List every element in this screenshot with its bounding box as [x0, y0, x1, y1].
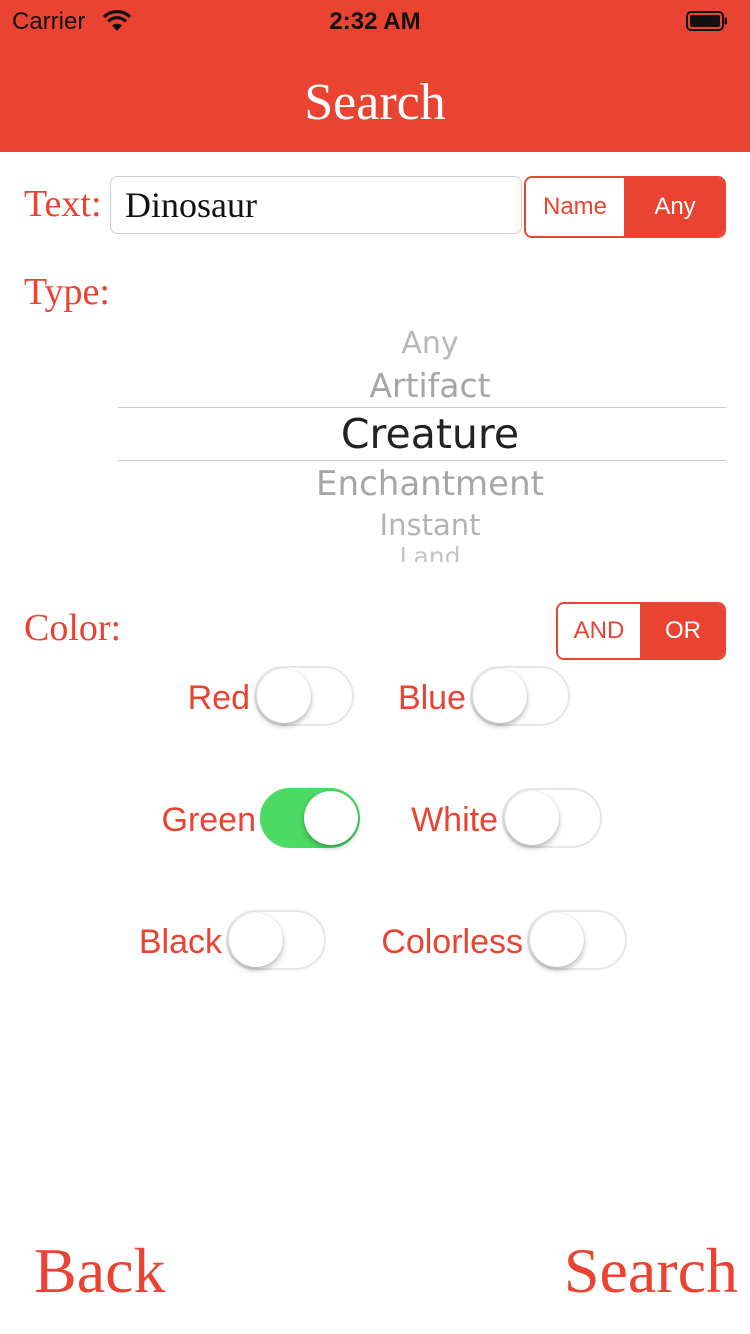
picker-option-enchantment[interactable]: Enchantment	[118, 464, 742, 504]
status-bar: Carrier 2:32 AM	[0, 0, 750, 44]
text-search-input[interactable]: Dinosaur	[110, 176, 522, 234]
colorless-toggle[interactable]	[527, 910, 627, 970]
color-logic-segmented-control: AND OR	[556, 602, 726, 660]
battery-icon	[686, 11, 727, 31]
red-toggle[interactable]	[254, 666, 354, 726]
toggle-knob	[505, 791, 559, 845]
picker-option-artifact[interactable]: Artifact	[118, 366, 742, 405]
text-label: Text:	[24, 183, 102, 225]
colorless-toggle-label: Colorless	[381, 923, 523, 961]
status-time: 2:32 AM	[329, 8, 421, 35]
text-mode-any-option[interactable]: Any	[624, 178, 724, 236]
picker-option-land[interactable]: Land	[118, 542, 742, 562]
picker-selection-bottom-divider	[118, 460, 726, 461]
search-button[interactable]: Search	[564, 1236, 738, 1306]
color-label: Color:	[24, 607, 122, 649]
blue-toggle-label: Blue	[397, 679, 466, 717]
green-toggle[interactable]	[260, 788, 360, 848]
type-label: Type:	[24, 271, 110, 313]
color-logic-and-option[interactable]: AND	[558, 604, 640, 658]
nav-bar: Carrier 2:32 AM Search	[0, 0, 750, 152]
picker-option-creature[interactable]: Creature	[118, 410, 742, 458]
green-toggle-label: Green	[161, 801, 257, 839]
picker-selection-top-divider	[118, 407, 726, 408]
text-mode-segmented-control: Name Any	[524, 176, 726, 238]
toggle-knob	[530, 913, 584, 967]
text-mode-name-option[interactable]: Name	[526, 178, 624, 236]
black-toggle-label: Black	[138, 923, 222, 961]
picker-option-instant[interactable]: Instant	[118, 508, 742, 542]
red-toggle-label: Red	[187, 679, 250, 717]
color-logic-or-option[interactable]: OR	[640, 604, 724, 658]
back-button[interactable]: Back	[34, 1236, 166, 1306]
blue-toggle[interactable]	[470, 666, 570, 726]
toggle-knob	[473, 669, 527, 723]
picker-clip: Land	[118, 542, 742, 562]
picker-option-any[interactable]: Any	[118, 326, 742, 361]
white-toggle[interactable]	[502, 788, 602, 848]
black-toggle[interactable]	[226, 910, 326, 970]
white-toggle-label: White	[411, 801, 498, 839]
page-title: Search	[304, 74, 446, 131]
toggle-knob	[257, 669, 311, 723]
toggle-knob	[304, 791, 358, 845]
toggle-knob	[229, 913, 283, 967]
